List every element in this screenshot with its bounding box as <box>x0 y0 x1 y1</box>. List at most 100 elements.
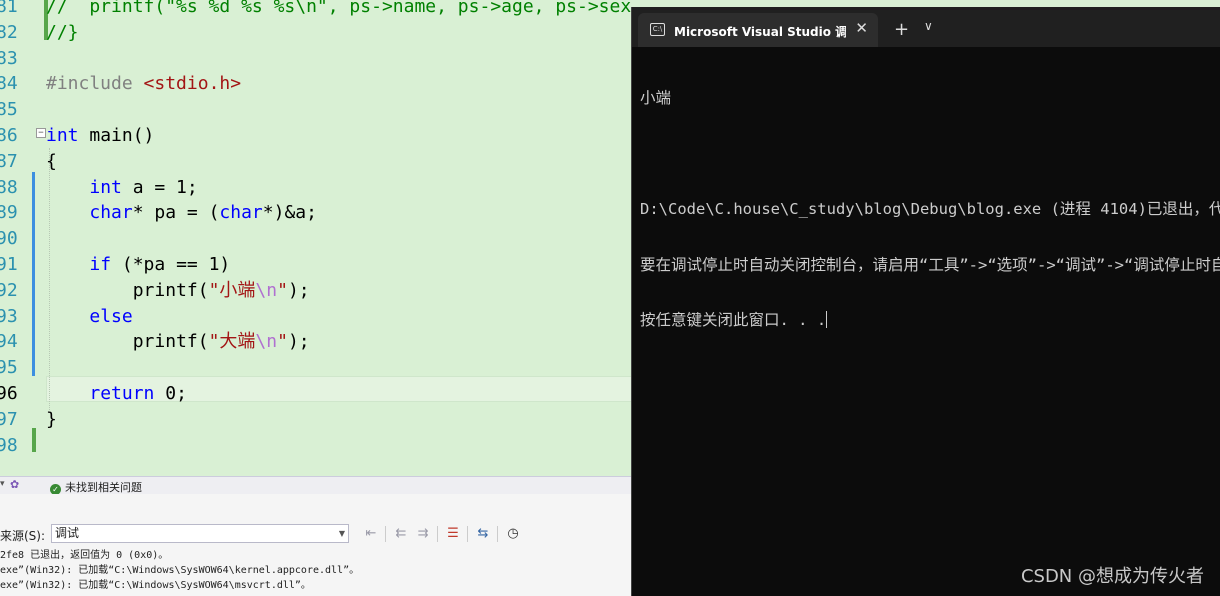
chevron-down-icon: ▼ <box>338 529 345 538</box>
zoom-dropdown-icon[interactable]: ▾ <box>0 479 5 489</box>
line-number: 92 <box>0 279 18 301</box>
code-token: //} <box>46 21 79 43</box>
code-token: int <box>89 176 122 198</box>
code-line[interactable]: 81 // printf("%s %d %s %s\n", ps->name, p… <box>0 0 632 20</box>
console-line: D:\Code\C.house\C_study\blog\Debug\blog.… <box>640 200 1220 218</box>
debug-console-window[interactable]: C:\ Microsoft Visual Studio 调试控制台 ✕ + ∨ … <box>631 7 1220 596</box>
close-icon[interactable]: ✕ <box>855 19 868 37</box>
code-line[interactable]: 92 printf("小端\n"); <box>0 278 632 304</box>
console-icon: C:\ <box>650 23 665 36</box>
code-line[interactable]: 88 int a = 1; <box>0 175 632 201</box>
code-token: (*pa == 1) <box>111 254 231 275</box>
code-token: " <box>277 331 288 353</box>
output-line: exe”(Win32): 已加载“C:\Windows\SysWOW64\ker… <box>0 565 360 576</box>
line-number: 97 <box>0 408 18 430</box>
code-token: int <box>46 125 79 146</box>
code-token: a = 1; <box>121 176 198 198</box>
code-text: printf("小端\n"); <box>46 278 310 304</box>
code-text: int main() <box>46 123 154 149</box>
code-line[interactable]: 93 else <box>0 304 632 330</box>
line-number: 96 <box>0 383 18 404</box>
output-source-value: 调试 <box>55 526 80 540</box>
output-line: exe”(Win32): 已加载“C:\Windows\SysWOW64\msv… <box>0 580 311 591</box>
code-text: printf("大端\n"); <box>46 329 310 355</box>
next-message-icon[interactable]: ⇉ <box>414 525 432 543</box>
copilot-icon[interactable]: ✿ <box>10 478 19 491</box>
toolbar-separator <box>467 526 468 542</box>
clear-all-icon[interactable]: ☰ <box>444 525 462 543</box>
code-token: *)&a; <box>262 202 317 224</box>
console-line: 要在调试停止时自动关闭控制台，请启用“工具”->“选项”->“调试”->“调试停… <box>640 255 1220 274</box>
line-number: 82 <box>0 21 18 43</box>
console-line: 小端 <box>640 89 672 107</box>
toolbar-separator <box>385 526 386 542</box>
code-token: main() <box>78 125 155 146</box>
word-wrap-icon[interactable]: ⇆ <box>474 525 492 543</box>
new-tab-button[interactable]: + <box>894 19 909 40</box>
code-text: return 0; <box>46 381 187 407</box>
code-line[interactable]: 95 <box>0 355 632 381</box>
output-toolbar: 来源(S): 调试 ▼ ⇤ ⇇ ⇉ ☰ ⇆ ◷ <box>0 522 632 546</box>
previous-message-icon[interactable]: ⇇ <box>392 525 410 543</box>
code-line[interactable]: 91 if (*pa == 1) <box>0 252 632 278</box>
code-line[interactable]: 89 char* pa = (char*)&a; <box>0 200 632 226</box>
line-number: 84 <box>0 73 18 95</box>
line-number: 81 <box>0 0 18 17</box>
output-source-select[interactable]: 调试 ▼ <box>51 524 349 543</box>
code-line[interactable]: 94 printf("大端\n"); <box>0 329 632 355</box>
code-text: char* pa = (char*)&a; <box>46 200 317 226</box>
line-number: 89 <box>0 202 18 224</box>
output-source-label: 来源(S): <box>0 529 46 543</box>
code-line[interactable]: 90 <box>0 226 632 252</box>
code-token: printf( <box>46 279 209 301</box>
code-line[interactable]: 97} <box>0 407 632 433</box>
timestamp-clock-icon[interactable]: ◷ <box>504 525 522 543</box>
code-line[interactable]: 84 #include <stdio.h> <box>0 71 632 97</box>
code-text: int a = 1; <box>46 175 198 201</box>
issues-text: 未找到相关问题 <box>65 481 142 494</box>
code-line[interactable]: 86 int main() <box>0 123 632 149</box>
line-number: 83 <box>0 47 18 69</box>
code-token: #include <box>46 73 144 95</box>
watermark: CSDN @想成为传火者 <box>1020 566 1204 587</box>
code-token: \n <box>255 331 278 353</box>
code-line[interactable]: 98 <box>0 433 632 459</box>
console-prompt-text: 按任意键关闭此窗口. . . <box>640 311 827 329</box>
code-token: else <box>89 305 133 327</box>
code-token: } <box>46 408 57 430</box>
toolbar-separator <box>497 526 498 542</box>
line-number: 85 <box>0 99 18 121</box>
code-editor[interactable]: − 81// printf("%s %d %s %s\n", ps->name,… <box>0 0 632 476</box>
chevron-down-icon[interactable]: ∨ <box>924 19 933 33</box>
issues-indicator[interactable]: ✓ 未找到相关问题 <box>50 479 142 495</box>
code-token: ); <box>287 279 310 301</box>
code-token: printf( <box>46 331 209 353</box>
code-line[interactable]: 96 return 0; <box>0 381 632 407</box>
terminal-tab[interactable]: C:\ Microsoft Visual Studio 调试控制台 ✕ <box>638 13 878 47</box>
code-line[interactable]: 83 <box>0 46 632 72</box>
code-line[interactable]: 87 { <box>0 149 632 175</box>
code-token: return <box>89 383 155 404</box>
code-text: else <box>46 304 133 330</box>
line-number: 90 <box>0 228 18 250</box>
terminal-tab-title: Microsoft Visual Studio 调试控制台 <box>674 25 846 39</box>
code-line[interactable]: 85 <box>0 97 632 123</box>
output-text: 2fe8 已退出，返回值为 0 (0x0)。 exe”(Win32): 已加载“… <box>0 548 632 593</box>
code-text: // printf("%s %d %s %s\n", ps->name, ps-… <box>46 0 632 20</box>
code-line[interactable]: 82 //} <box>0 20 632 46</box>
code-token: " <box>277 279 288 301</box>
code-token: char <box>219 202 263 224</box>
line-number: 98 <box>0 434 18 456</box>
output-line: 2fe8 已退出，返回值为 0 (0x0)。 <box>0 550 169 561</box>
line-number: 88 <box>0 176 18 198</box>
terminal-tab-bar: C:\ Microsoft Visual Studio 调试控制台 ✕ + ∨ <box>632 7 1220 47</box>
editor-status-bar: ▾ ✿ ✓ 未找到相关问题 <box>0 476 632 495</box>
find-message-icon[interactable]: ⇤ <box>362 525 380 543</box>
line-number: 93 <box>0 305 18 327</box>
